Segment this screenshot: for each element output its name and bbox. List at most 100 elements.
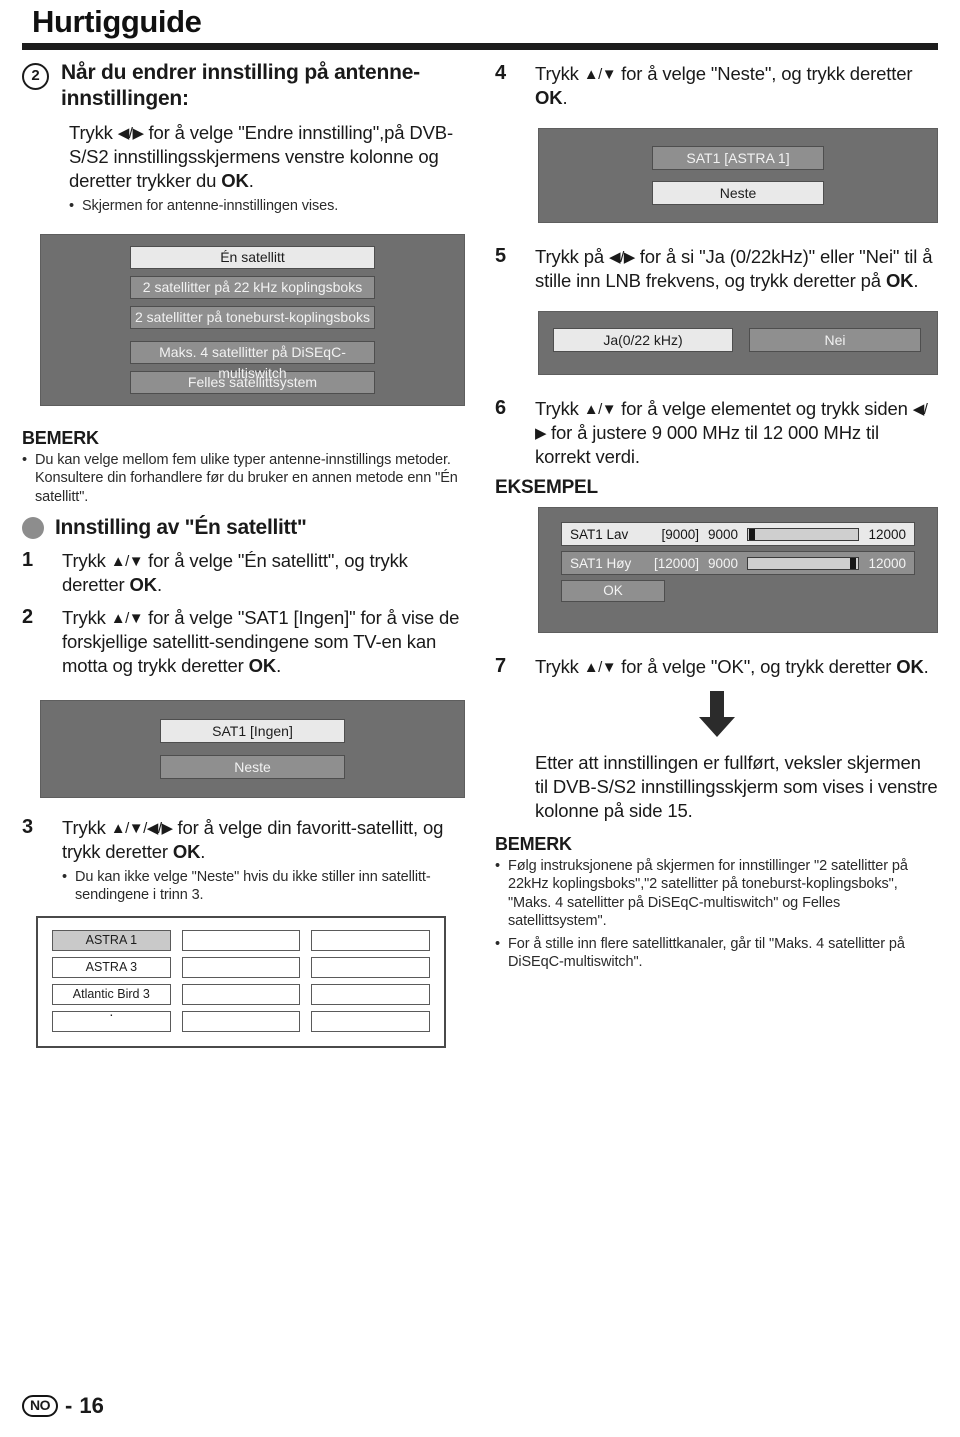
subsection-heading-block: Innstilling av "Én satellitt" [22, 516, 465, 540]
title-rule [22, 43, 938, 50]
screen-lnb-frequency: SAT1 Lav [9000] 9000 12000 SAT1 Høy [120… [538, 507, 938, 634]
bullet-dot-icon: • [62, 868, 67, 885]
step-7: 7 Trykk ▲/▼ for å velge "OK", og trykk d… [495, 655, 938, 679]
paragraph-end-text: . [248, 170, 254, 192]
satellite-cell-empty[interactable] [311, 956, 430, 978]
satellite-cell-empty[interactable] [181, 956, 301, 978]
screen-antenna-settings: Én satellitt 2 satellitter på 22 kHz kop… [40, 233, 465, 406]
two-column-layout: 2 Når du endrer innstilling på antenne-i… [22, 60, 938, 1048]
satellite-cell-empty[interactable] [311, 983, 430, 1005]
screen-option-toneburst[interactable]: 2 satellitter på toneburst-koplingsboks [130, 305, 375, 329]
slider-track-sat1-lav[interactable] [747, 527, 860, 541]
step-5-post: . [913, 270, 919, 292]
language-code-badge: NO [22, 1395, 58, 1417]
bullet-dot-icon: • [495, 935, 500, 952]
screen-sat1-astra1: SAT1 [ASTRA 1] Neste [538, 128, 938, 224]
screen-option-sat1-ingen[interactable]: SAT1 [Ingen] [160, 718, 345, 743]
step-6: 6 Trykk ▲/▼ for å velge elementet og try… [495, 397, 938, 469]
satellite-cell-atlantic-bird-3[interactable]: Atlantic Bird 3 [52, 983, 171, 1005]
screen-option-en-satellitt[interactable]: Én satellitt [130, 245, 375, 269]
slider-label-sat1-hoy: SAT1 Høy [570, 555, 632, 571]
step-4-text: Trykk ▲/▼ for å velge "Neste", og trykk … [535, 62, 938, 110]
filled-circle-icon [22, 516, 44, 539]
step-3-body: Trykk ▲/▼/◀/▶ for å velge din favoritt-s… [62, 816, 465, 905]
slider-min-sat1-lav: 9000 [708, 526, 739, 542]
up-down-arrow-icon: ▲/▼ [583, 659, 617, 677]
slider-min-sat1-hoy: 9000 [708, 555, 739, 571]
satellite-grid-inner: ASTRA 1 ASTRA 3 Atlantic Bird 3 ⋮ [52, 929, 430, 1032]
subsection-heading: Innstilling av "Én satellitt" [55, 515, 307, 539]
step-2: 2 Trykk ▲/▼ for å velge "SAT1 [Ingen]" f… [22, 606, 465, 678]
satellite-cell-empty[interactable] [181, 1010, 301, 1032]
screen-option-neste[interactable]: Neste [652, 181, 824, 206]
section-2-paragraph: Trykk ◀/▶ for å velge "Endre innstilling… [69, 121, 465, 193]
screen-option-neste[interactable]: Neste [160, 754, 345, 779]
satellite-cell-empty[interactable] [311, 1010, 430, 1032]
slider-thumb-sat1-hoy[interactable] [850, 557, 857, 569]
note-1-bullet-text: Du kan velge mellom fem ulike typer ante… [34, 451, 458, 505]
down-arrow-icon [698, 691, 735, 738]
satellite-cell-more[interactable]: ⋮ [52, 1010, 171, 1032]
step-1-post: . [157, 573, 162, 595]
section-2-heading-block: 2 Når du endrer innstilling på antenne-i… [22, 60, 465, 111]
step-6-mid2: for å justere 9 000 MHz til 12 000 MHz t… [535, 422, 879, 468]
note-2-bullet-2: • For å stille inn flere satellittkanale… [495, 935, 938, 972]
step-3-bullet: • Du kan ikke velge "Neste" hvis du ikke… [62, 868, 465, 905]
step-5: 5 Trykk på ◀/▶ for å si "Ja (0/22kHz)" e… [495, 245, 938, 293]
step-5-pre: Trykk på [535, 246, 610, 268]
note-2-bullet-2-text: For å stille inn flere satellittkanaler,… [507, 935, 905, 971]
screen-option-felles[interactable]: Felles satellittsystem [130, 370, 375, 394]
satellite-cell-astra-3[interactable]: ASTRA 3 [52, 956, 171, 978]
screen-option-sat1-astra1[interactable]: SAT1 [ASTRA 1] [652, 146, 824, 171]
satellite-cell-astra-1[interactable]: ASTRA 1 [52, 929, 171, 951]
step-2-pre: Trykk [62, 606, 111, 628]
satellite-selection-grid: ASTRA 1 ASTRA 3 Atlantic Bird 3 ⋮ [36, 915, 446, 1048]
slider-track-sat1-hoy[interactable] [747, 556, 860, 570]
step-6-text: Trykk ▲/▼ for å velge elementet og trykk… [535, 397, 938, 469]
ok-key-label: OK [248, 654, 277, 676]
step-4-number: 4 [495, 62, 507, 84]
step-7-text: Trykk ▲/▼ for å velge "OK", og trykk der… [535, 655, 938, 679]
paragraph-pre-text: Trykk [69, 122, 118, 144]
step-4-mid: for å velge "Neste", og trykk deretter [616, 63, 913, 84]
lnb-frequency-rows: SAT1 Lav [9000] 9000 12000 SAT1 Høy [120… [539, 522, 937, 603]
screen-ok-button[interactable]: OK [561, 580, 665, 603]
step-7-pre: Trykk [535, 656, 584, 678]
step-2-post: . [276, 654, 282, 676]
satellite-cell-empty[interactable] [181, 983, 301, 1005]
step-1-text: Trykk ▲/▼ for å velge "Én satellitt", og… [62, 549, 465, 597]
slider-thumb-sat1-lav[interactable] [749, 528, 756, 540]
screen-sat1-ingen: SAT1 [Ingen] Neste [40, 699, 465, 798]
slider-row-sat1-hoy[interactable]: SAT1 Høy [12000] 9000 12000 [561, 551, 915, 576]
step-7-mid: for å velge "OK", og trykk deretter [616, 656, 897, 678]
left-right-arrow-icon: ◀/▶ [609, 249, 635, 267]
note-1-bullet: • Du kan velge mellom fem ulike typer an… [22, 451, 465, 507]
screen-lnb-choice: Ja(0/22 kHz) Nei [538, 311, 938, 376]
screen-option-diseqc[interactable]: Maks. 4 satellitter på DiSEqC-multiswitc… [130, 340, 375, 381]
ok-key-label: OK [885, 270, 914, 292]
bullet-dot-icon: • [495, 857, 500, 874]
slider-current-sat1-lav: [9000] [661, 526, 699, 542]
up-down-arrow-icon: ▲/▼ [110, 609, 144, 627]
bullet-dot-icon: • [22, 451, 27, 468]
lnb-choice-row: Ja(0/22 kHz) Nei [539, 328, 937, 353]
left-column: 2 Når du endrer innstilling på antenne-i… [22, 60, 465, 1048]
step-7-post: . [923, 656, 929, 678]
slider-label-sat1-lav: SAT1 Lav [570, 526, 629, 542]
step-5-number: 5 [495, 245, 507, 268]
satellite-cell-empty[interactable] [181, 929, 301, 951]
step-1-number: 1 [22, 548, 34, 571]
satellite-cell-empty[interactable] [311, 929, 430, 951]
manual-page: Hurtigguide 2 Når du endrer innstilling … [0, 4, 960, 1437]
screen-option-ja-0-22khz[interactable]: Ja(0/22 kHz) [553, 328, 733, 353]
down-arrow-container [495, 691, 938, 738]
slider-row-sat1-lav[interactable]: SAT1 Lav [9000] 9000 12000 [561, 522, 915, 547]
page-footer: NO - 16 [22, 1393, 104, 1419]
section-2-bullet: • Skjermen for antenne-innstillingen vis… [69, 197, 465, 216]
ok-key-label: OK [129, 573, 158, 595]
step-5-text: Trykk på ◀/▶ for å si "Ja (0/22kHz)" ell… [535, 245, 938, 293]
screen-option-22khz[interactable]: 2 satellitter på 22 kHz koplingsboks [130, 275, 375, 299]
screen-option-nei[interactable]: Nei [749, 328, 921, 353]
step-3-bullet-text: Du kan ikke velge "Neste" hvis du ikke s… [74, 868, 431, 904]
example-label: EKSEMPEL [495, 477, 598, 499]
